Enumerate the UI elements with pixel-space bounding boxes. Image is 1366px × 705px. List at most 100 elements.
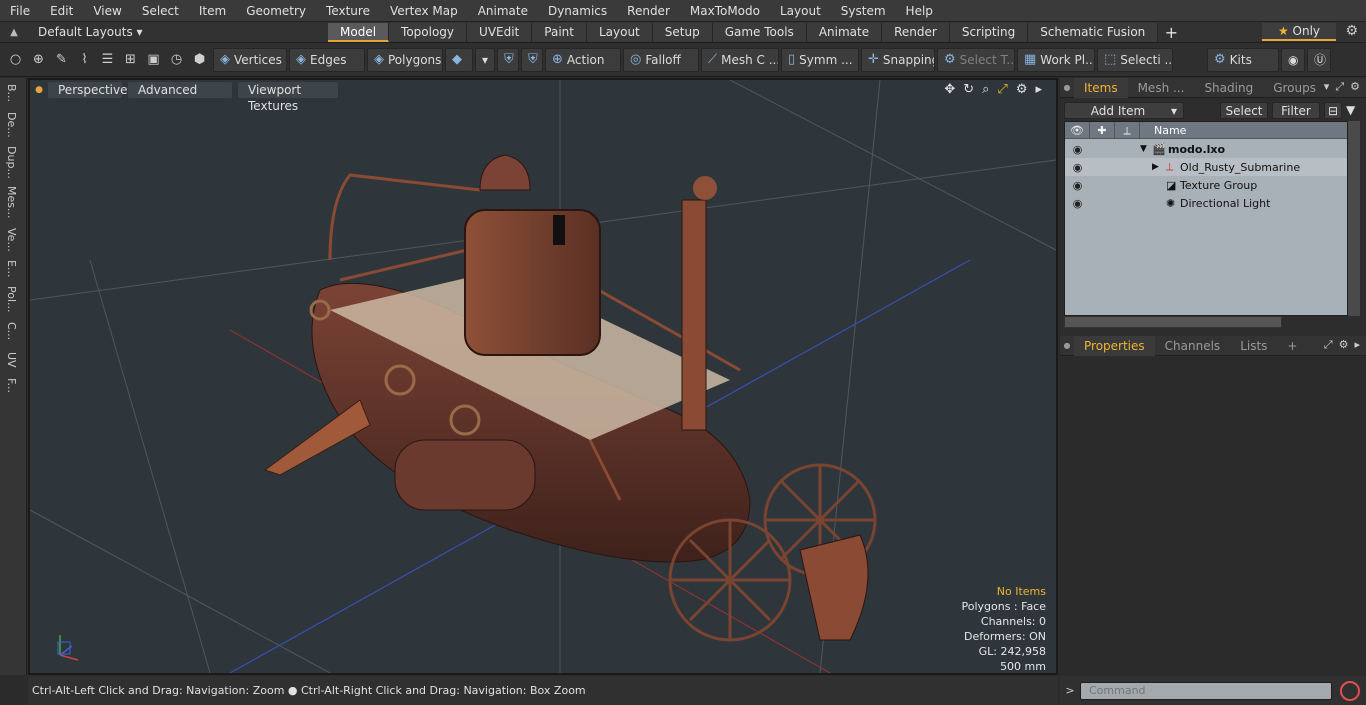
shading-mode-button[interactable]: Advanced xyxy=(128,82,232,98)
tab-game-tools[interactable]: Game Tools xyxy=(712,22,807,42)
menu-edit[interactable]: Edit xyxy=(40,4,83,18)
zoom-icon[interactable]: ⌕ xyxy=(982,82,989,97)
pan-icon[interactable]: ✥ xyxy=(944,82,955,97)
globe-icon[interactable]: ⊕ xyxy=(27,48,50,71)
menu-dynamics[interactable]: Dynamics xyxy=(538,4,617,18)
only-toggle[interactable]: ★ Only xyxy=(1262,23,1336,41)
panel-gear-icon[interactable]: ⚙ xyxy=(1350,80,1360,94)
tree-row[interactable]: ◉ ◪ Texture Group xyxy=(1065,176,1347,194)
circle-select-icon[interactable]: ○ xyxy=(4,48,27,71)
pen-icon[interactable]: ✎ xyxy=(50,48,73,71)
maximize-icon[interactable]: ⤢ xyxy=(997,82,1007,97)
chevron-down-icon[interactable]: ▾ xyxy=(1324,80,1330,94)
layout-home-icon[interactable]: ▲ xyxy=(0,27,28,38)
vertices-button[interactable]: ◈ Vertices xyxy=(213,47,287,72)
material-button[interactable]: ◆ xyxy=(445,47,473,72)
clock-icon[interactable]: ◷ xyxy=(165,48,188,71)
tree-row[interactable]: ◉ ▶ ⟂ Old_Rusty_Submarine xyxy=(1065,158,1347,176)
kits-button[interactable]: ⚙ Kits xyxy=(1207,47,1279,72)
rotate-icon[interactable]: ↻ xyxy=(963,82,974,97)
material-dropdown[interactable]: ▾ xyxy=(475,47,495,72)
strip-mesh[interactable]: Mes... xyxy=(5,186,18,218)
square-icon[interactable]: ▣ xyxy=(142,48,165,71)
menu-animate[interactable]: Animate xyxy=(468,4,538,18)
select-through-button[interactable]: ⚙ Select T... xyxy=(937,47,1015,72)
shield-button[interactable]: ⛨ xyxy=(497,47,519,72)
unity-button[interactable]: ◉ xyxy=(1281,47,1305,72)
menu-select[interactable]: Select xyxy=(132,4,189,18)
eye-icon[interactable]: ◉ xyxy=(1065,179,1090,192)
unreal-button[interactable]: Ⓤ xyxy=(1307,47,1331,72)
menu-help[interactable]: Help xyxy=(896,4,943,18)
tab-topology[interactable]: Topology xyxy=(389,22,468,42)
gear-icon[interactable]: ⚙ xyxy=(1345,23,1358,39)
add-item-button[interactable]: Add Item ▾ xyxy=(1064,101,1184,119)
perspective-view-button[interactable]: Perspective xyxy=(48,82,128,98)
menu-render[interactable]: Render xyxy=(617,4,680,18)
tab-animate[interactable]: Animate xyxy=(806,22,883,42)
viewport-gear-icon[interactable]: ⚙ xyxy=(1016,82,1028,97)
viewport-menu-dot[interactable]: ● xyxy=(30,85,48,95)
properties-menu-dot[interactable]: ● xyxy=(1060,341,1074,350)
tab-properties[interactable]: Properties xyxy=(1074,335,1155,356)
strip-deform[interactable]: De... xyxy=(5,112,18,138)
strip-uv[interactable]: UV xyxy=(5,352,18,368)
eye-icon[interactable]: ◉ xyxy=(1065,143,1090,156)
falloff-button[interactable]: ◎ Falloff xyxy=(623,47,699,72)
select-button[interactable]: Select xyxy=(1220,101,1268,119)
menu-vertex-map[interactable]: Vertex Map xyxy=(380,4,468,18)
eye-icon[interactable]: ◉ xyxy=(1065,161,1090,174)
items-horizontal-scrollbar[interactable] xyxy=(1064,316,1282,328)
type-column-icon[interactable]: ⟂ xyxy=(1115,121,1140,139)
mesh-constraints-button[interactable]: ⟋ Mesh C ... xyxy=(701,47,779,72)
name-column-header[interactable]: Name xyxy=(1140,124,1186,137)
tab-channels[interactable]: Channels xyxy=(1155,336,1231,356)
symmetry-button[interactable]: ▯ Symm ... xyxy=(781,47,859,72)
strip-vertex[interactable]: Ve... xyxy=(5,228,18,252)
panel-gear-icon[interactable]: ⚙ xyxy=(1339,338,1349,352)
items-vertical-scrollbar[interactable] xyxy=(1348,121,1360,316)
tab-shading[interactable]: Shading xyxy=(1194,78,1263,98)
work-plane-button[interactable]: ▦ Work Pl... xyxy=(1017,47,1095,72)
strip-fusion[interactable]: F... xyxy=(5,378,18,393)
visibility-column-icon[interactable]: 👁 xyxy=(1065,121,1090,139)
expand-arrow-icon[interactable]: ▼ xyxy=(1140,144,1152,154)
strip-basic[interactable]: B... xyxy=(5,84,18,102)
tab-schematic-fusion[interactable]: Schematic Fusion xyxy=(1028,22,1159,42)
snapping-button[interactable]: ✛ Snapping xyxy=(861,47,935,72)
funnel-icon[interactable]: ▼ xyxy=(1346,103,1362,117)
menu-file[interactable]: File xyxy=(0,4,40,18)
command-input[interactable] xyxy=(1080,681,1332,700)
menu-maxtomodo[interactable]: MaxToModo xyxy=(680,4,770,18)
command-history-icon[interactable]: > xyxy=(1060,684,1080,697)
tab-items[interactable]: Items xyxy=(1074,77,1128,98)
collapse-icon[interactable]: ⊟ xyxy=(1324,101,1342,119)
panel-menu-dot[interactable]: ● xyxy=(1060,83,1074,92)
default-layouts-dropdown[interactable]: Default Layouts ▾ xyxy=(28,25,328,39)
item-mode-icon[interactable]: ⬢ xyxy=(188,48,211,71)
strip-curve[interactable]: C... xyxy=(5,322,18,340)
arrow-right-icon[interactable]: ▸ xyxy=(1354,338,1360,352)
polygons-button[interactable]: ◈ Polygons xyxy=(367,47,443,72)
eye-icon[interactable]: ◉ xyxy=(1065,197,1090,210)
shield-alt-button[interactable]: ⛨ xyxy=(521,47,543,72)
tab-scripting[interactable]: Scripting xyxy=(949,22,1029,42)
expand-icon[interactable]: ⤢ xyxy=(1324,338,1333,352)
menu-geometry[interactable]: Geometry xyxy=(236,4,316,18)
tab-mesh[interactable]: Mesh ... xyxy=(1128,78,1195,98)
tab-groups[interactable]: Groups xyxy=(1263,78,1326,98)
brush-icon[interactable]: ⌇ xyxy=(73,48,96,71)
tab-layout[interactable]: Layout xyxy=(586,22,653,42)
menu-system[interactable]: System xyxy=(831,4,896,18)
selection-sets-button[interactable]: ⬚ Selecti ... xyxy=(1097,47,1173,72)
align-icon[interactable]: ☰ xyxy=(96,48,119,71)
tab-uvedit[interactable]: UVEdit xyxy=(467,22,533,42)
lock-column-icon[interactable]: ✚ xyxy=(1090,121,1115,139)
menu-layout[interactable]: Layout xyxy=(770,4,831,18)
edges-button[interactable]: ◈ Edges xyxy=(289,47,365,72)
filter-button[interactable]: Filter xyxy=(1272,101,1320,119)
tab-paint[interactable]: Paint xyxy=(532,22,587,42)
grid-icon[interactable]: ⊞ xyxy=(119,48,142,71)
expand-arrow-icon[interactable]: ▶ xyxy=(1152,162,1166,172)
strip-polygon[interactable]: Pol... xyxy=(5,286,18,313)
